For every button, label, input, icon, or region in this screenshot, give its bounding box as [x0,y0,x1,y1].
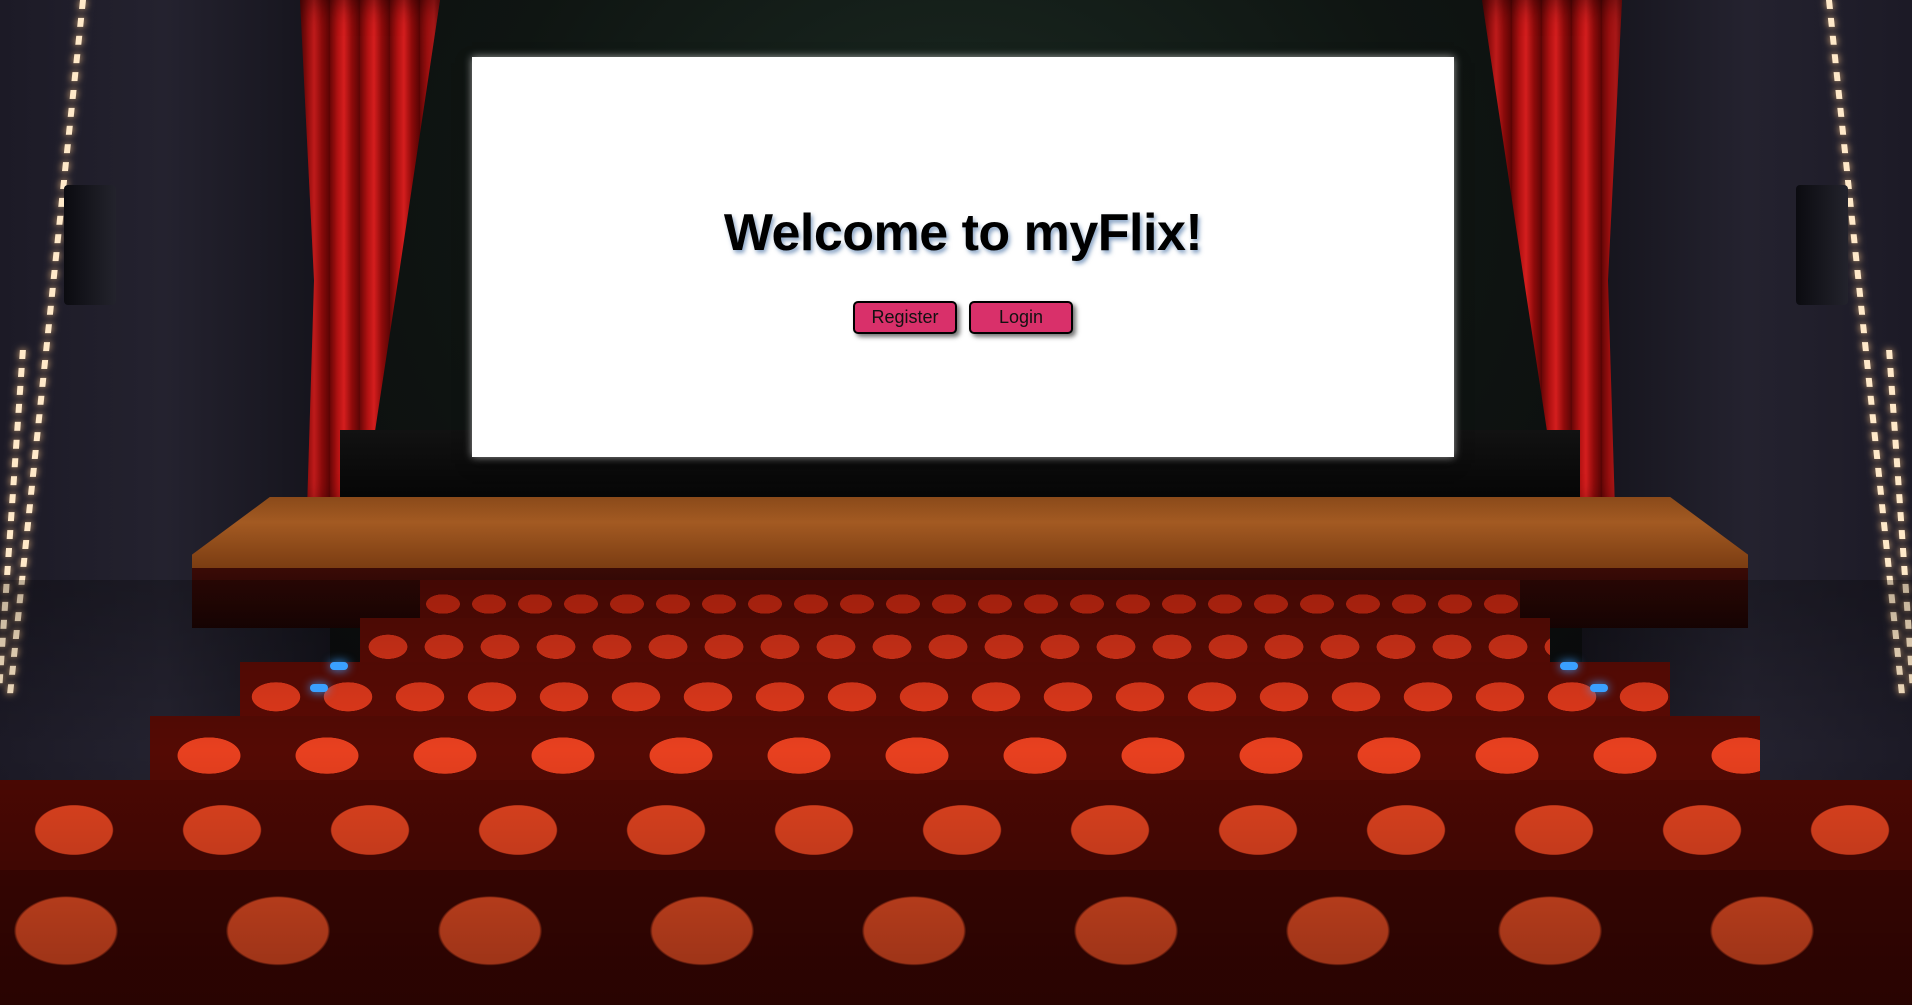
aisle-light [310,684,328,692]
wooden-stage [192,497,1748,569]
welcome-title: Welcome to myFlix! [723,204,1203,262]
aisle-light [1590,684,1608,692]
theater-seats [0,580,1912,1005]
aisle-light [1560,662,1578,670]
register-button[interactable]: Register [853,301,957,334]
wall-speaker [1796,185,1848,305]
auth-button-group: Register Login [853,301,1073,334]
welcome-card: Welcome to myFlix! Register Login [472,57,1454,457]
seat-shading [0,580,1912,1005]
wall-speaker [64,185,116,305]
aisle-light [330,662,348,670]
login-button[interactable]: Login [969,301,1073,334]
welcome-page: Welcome to myFlix! Register Login [0,0,1912,1005]
